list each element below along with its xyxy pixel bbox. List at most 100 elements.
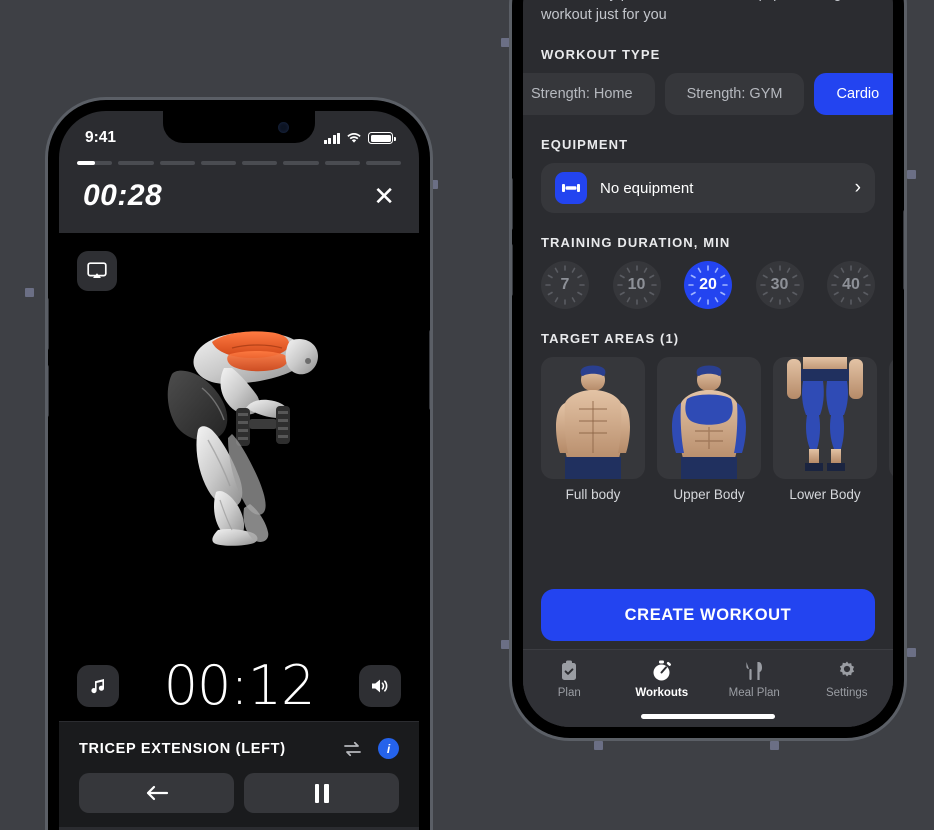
pause-button[interactable] <box>244 773 399 813</box>
player-body: 00:12 <box>59 233 419 721</box>
stopwatch-icon <box>653 660 671 681</box>
phone-power-button[interactable] <box>429 330 430 410</box>
gear-icon <box>839 661 854 677</box>
anatomy-figure-tricep-extension <box>167 331 318 546</box>
workout-type-chip-strength-home[interactable]: Strength: Home <box>523 73 655 116</box>
progress-segment <box>118 161 154 165</box>
tab-workouts[interactable]: Workouts <box>616 660 709 699</box>
selection-handle[interactable] <box>594 741 603 750</box>
target-area-card-upper-body[interactable]: Upper Body <box>657 357 761 502</box>
progress-segment <box>283 161 319 165</box>
workout-creation-scroll[interactable]: WORKOUT CREATION Select body parts, dura… <box>523 0 893 649</box>
equipment-selector[interactable]: No equipment › <box>541 163 875 214</box>
selection-handle[interactable] <box>907 170 916 179</box>
duration-option-7[interactable]: 7 <box>541 261 589 310</box>
exercise-controls: TRICEP EXTENSION (LEFT) i <box>59 721 419 827</box>
tab-settings[interactable]: Settings <box>801 660 894 699</box>
progress-segment <box>200 161 236 165</box>
phone-notch <box>163 111 315 143</box>
chevron-right-icon: › <box>854 177 861 199</box>
tab-meal-plan[interactable]: Meal Plan <box>708 660 801 699</box>
exercise-illustration <box>59 288 419 548</box>
selection-handle[interactable] <box>770 741 779 750</box>
duration-option-20[interactable]: 20 <box>684 261 732 310</box>
progress-segment <box>77 161 113 165</box>
equipment-value: No equipment <box>600 179 694 197</box>
front-camera-icon <box>278 122 289 133</box>
phone-volume-down-button[interactable] <box>512 244 513 296</box>
right-phone-screen: WORKOUT CREATION Select body parts, dura… <box>523 0 893 727</box>
workout-type-chip-cardio[interactable]: Cardio <box>814 73 893 116</box>
progress-segment <box>159 161 195 165</box>
phone-mockup-workout-creation: WORKOUT CREATION Select body parts, dura… <box>512 0 904 738</box>
create-workout-wrap: CREATE WORKOUT <box>541 589 875 641</box>
target-area-image <box>541 357 645 480</box>
target-area-label: Upper Body <box>673 487 745 503</box>
progress-segment <box>365 161 401 165</box>
tab-plan[interactable]: Plan <box>523 660 616 699</box>
playback-controls <box>79 773 399 813</box>
exercise-title: TRICEP EXTENSION (LEFT) <box>79 740 286 757</box>
phone-power-button[interactable] <box>903 210 904 290</box>
workout-type-label: WORKOUT TYPE <box>541 47 661 63</box>
swap-arrows-icon[interactable] <box>341 740 364 758</box>
workout-type-chip-strength-gym[interactable]: Strength: GYM <box>664 73 805 116</box>
volume-speaker-icon[interactable] <box>359 665 401 707</box>
phone-volume-up-button[interactable] <box>48 298 49 350</box>
tab-label: Settings <box>825 687 868 699</box>
tab-label: Meal Plan <box>728 687 780 699</box>
selection-handle[interactable] <box>429 180 438 189</box>
dumbbell-icon <box>555 172 587 205</box>
target-areas-label: TARGET AREAS (1) <box>541 331 680 347</box>
selection-handle[interactable] <box>501 38 510 47</box>
phone-volume-up-button[interactable] <box>512 178 513 230</box>
duration-option-30[interactable]: 30 <box>755 261 804 310</box>
duration-label: TRAINING DURATION, MIN <box>541 235 731 251</box>
create-workout-button[interactable]: CREATE WORKOUT <box>541 589 875 641</box>
target-area-image <box>773 357 877 480</box>
left-phone-screen: 9:41 00:28 ✕ 00:12 TRICEP EXTENSION (LEF… <box>59 111 419 830</box>
workout-progress-bar <box>59 155 419 165</box>
phone-volume-down-button[interactable] <box>48 365 49 417</box>
previous-exercise-button[interactable] <box>79 773 234 813</box>
info-icon[interactable]: i <box>378 738 399 759</box>
music-note-icon[interactable] <box>77 665 119 707</box>
selection-handle[interactable] <box>25 288 34 297</box>
arrow-left-icon <box>146 785 168 801</box>
target-area-card-partial[interactable] <box>889 357 893 502</box>
battery-full-icon <box>368 132 396 144</box>
info-label: i <box>386 741 391 756</box>
clipboard-check-icon <box>562 660 577 680</box>
tab-label: Plan <box>557 687 581 699</box>
fork-knife-icon <box>746 662 763 680</box>
target-area-card-lower-body[interactable]: Lower Body <box>773 357 877 502</box>
equipment-label: EQUIPMENT <box>541 137 629 153</box>
progress-segment <box>242 161 278 165</box>
target-area-label: Full body <box>565 487 621 503</box>
selection-handle[interactable] <box>501 640 510 649</box>
target-area-image <box>889 357 893 480</box>
airplay-cast-icon[interactable] <box>77 251 117 291</box>
workout-type-chips: Strength: Home Strength: GYM Cardio <box>523 73 893 116</box>
tab-label: Workouts <box>635 687 689 699</box>
duration-option-40[interactable]: 40 <box>827 261 875 310</box>
exercise-title-row: TRICEP EXTENSION (LEFT) i <box>79 738 399 759</box>
design-canvas: 9:41 00:28 ✕ 00:12 TRICEP EXTENSION (LEF… <box>0 0 934 830</box>
pause-icon <box>314 783 329 803</box>
elapsed-time: 00:28 <box>83 179 163 212</box>
selection-handle[interactable] <box>907 648 916 657</box>
countdown-time: 00:12 <box>163 654 316 717</box>
target-area-image <box>657 357 761 480</box>
phone-mockup-workout-player: 9:41 00:28 ✕ 00:12 TRICEP EXTENSION (LEF… <box>48 100 430 830</box>
target-area-label: Lower Body <box>789 487 861 503</box>
page-subtitle: Select body parts, duration and equipmen… <box>541 0 866 23</box>
elapsed-timer-row: 00:28 ✕ <box>59 165 419 233</box>
target-area-card-full-body[interactable]: Full body <box>541 357 645 502</box>
duration-option-10[interactable]: 10 <box>612 261 661 310</box>
duration-options: 7 10 20 30 40 <box>541 261 875 310</box>
close-icon[interactable]: ✕ <box>373 183 395 209</box>
cellular-signal-icon <box>323 132 340 144</box>
home-indicator[interactable] <box>641 714 775 719</box>
status-time: 9:41 <box>85 129 117 146</box>
countdown-row: 00:12 <box>59 659 419 713</box>
